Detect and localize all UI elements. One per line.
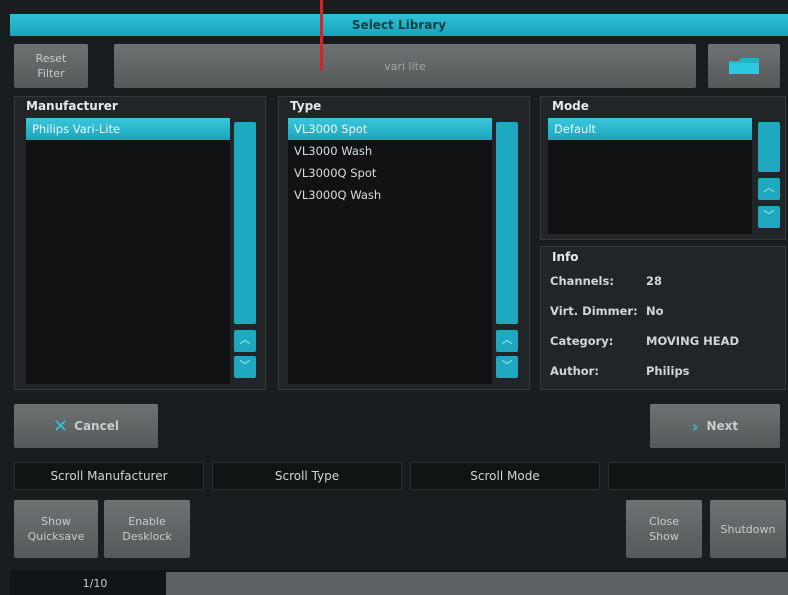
type-item[interactable]: VL3000 Spot <box>288 118 492 140</box>
info-value: 28 <box>646 274 663 288</box>
softkey-scroll-mode[interactable]: Scroll Mode <box>410 462 600 490</box>
info-table: Channels: 28 Virt. Dimmer: No Category: MOV… <box>550 266 780 386</box>
info-row-author: Author: Philips <box>550 356 780 386</box>
manufacturer-scroll-up-button[interactable]: ︿ <box>234 330 256 352</box>
cancel-label: Cancel <box>74 418 119 433</box>
reset-filter-button[interactable]: Reset Filter <box>14 44 88 88</box>
info-key: Virt. Dimmer: <box>550 304 638 318</box>
softkey-scroll-manufacturer[interactable]: Scroll Manufacturer <box>14 462 204 490</box>
type-item[interactable]: VL3000 Wash <box>288 140 492 162</box>
mode-scroll-down-button[interactable]: ﹀ <box>758 206 780 228</box>
mode-item[interactable]: Default <box>548 118 752 140</box>
window-title: Select Library <box>10 14 788 36</box>
cancel-button[interactable]: ✕ Cancel <box>14 404 158 448</box>
info-row-category: Category: MOVING HEAD <box>550 326 780 356</box>
type-scrollbar[interactable] <box>496 122 518 324</box>
info-row-virt-dimmer: Virt. Dimmer: No <box>550 296 780 326</box>
manufacturer-list[interactable]: Philips Vari-Lite <box>26 118 230 384</box>
type-label: Type <box>290 99 322 113</box>
next-button[interactable]: › Next <box>650 404 780 448</box>
info-key: Category: <box>550 334 614 348</box>
mode-label: Mode <box>552 99 589 113</box>
info-label: Info <box>552 250 579 264</box>
close-show-button[interactable]: Close Show <box>626 500 702 558</box>
type-item[interactable]: VL3000Q Spot <box>288 162 492 184</box>
chevron-up-icon: ︿ <box>239 333 251 346</box>
mode-scrollbar[interactable] <box>758 122 780 172</box>
info-key: Author: <box>550 364 599 378</box>
info-row-channels: Channels: 28 <box>550 266 780 296</box>
info-value: MOVING HEAD <box>646 334 740 348</box>
footer-status-bar <box>166 572 788 595</box>
manufacturer-item[interactable]: Philips Vari-Lite <box>26 118 230 140</box>
chevron-right-icon: › <box>691 416 699 436</box>
softkey-empty[interactable] <box>608 462 786 490</box>
info-value: No <box>646 304 664 318</box>
close-icon: ✕ <box>53 415 69 437</box>
chevron-down-icon: ﹀ <box>501 359 513 372</box>
next-label: Next <box>706 418 739 433</box>
manufacturer-label: Manufacturer <box>26 99 118 113</box>
mode-scroll-up-button[interactable]: ︿ <box>758 178 780 200</box>
folder-icon <box>729 58 759 74</box>
softkey-scroll-type[interactable]: Scroll Type <box>212 462 402 490</box>
shutdown-button[interactable]: Shutdown <box>710 500 786 558</box>
mode-list[interactable]: Default <box>548 118 752 234</box>
chevron-down-icon: ﹀ <box>239 359 251 372</box>
type-scroll-up-button[interactable]: ︿ <box>496 330 518 352</box>
show-quicksave-button[interactable]: Show Quicksave <box>14 500 98 558</box>
chevron-down-icon: ﹀ <box>763 209 775 222</box>
enable-desklock-button[interactable]: Enable Desklock <box>104 500 190 558</box>
info-value: Philips <box>646 364 690 378</box>
chevron-up-icon: ︿ <box>501 333 513 346</box>
info-key: Channels: <box>550 274 614 288</box>
manufacturer-scroll-down-button[interactable]: ﹀ <box>234 356 256 378</box>
type-list[interactable]: VL3000 Spot VL3000 Wash VL3000Q Spot VL3… <box>288 118 492 384</box>
folder-button[interactable] <box>708 44 780 88</box>
type-scroll-down-button[interactable]: ﹀ <box>496 356 518 378</box>
search-input[interactable]: vari lite <box>114 44 696 88</box>
page-indicator: 1/10 <box>82 577 108 590</box>
chevron-up-icon: ︿ <box>763 181 775 194</box>
red-indicator-line <box>320 0 323 70</box>
type-item[interactable]: VL3000Q Wash <box>288 184 492 206</box>
manufacturer-scrollbar[interactable] <box>234 122 256 324</box>
